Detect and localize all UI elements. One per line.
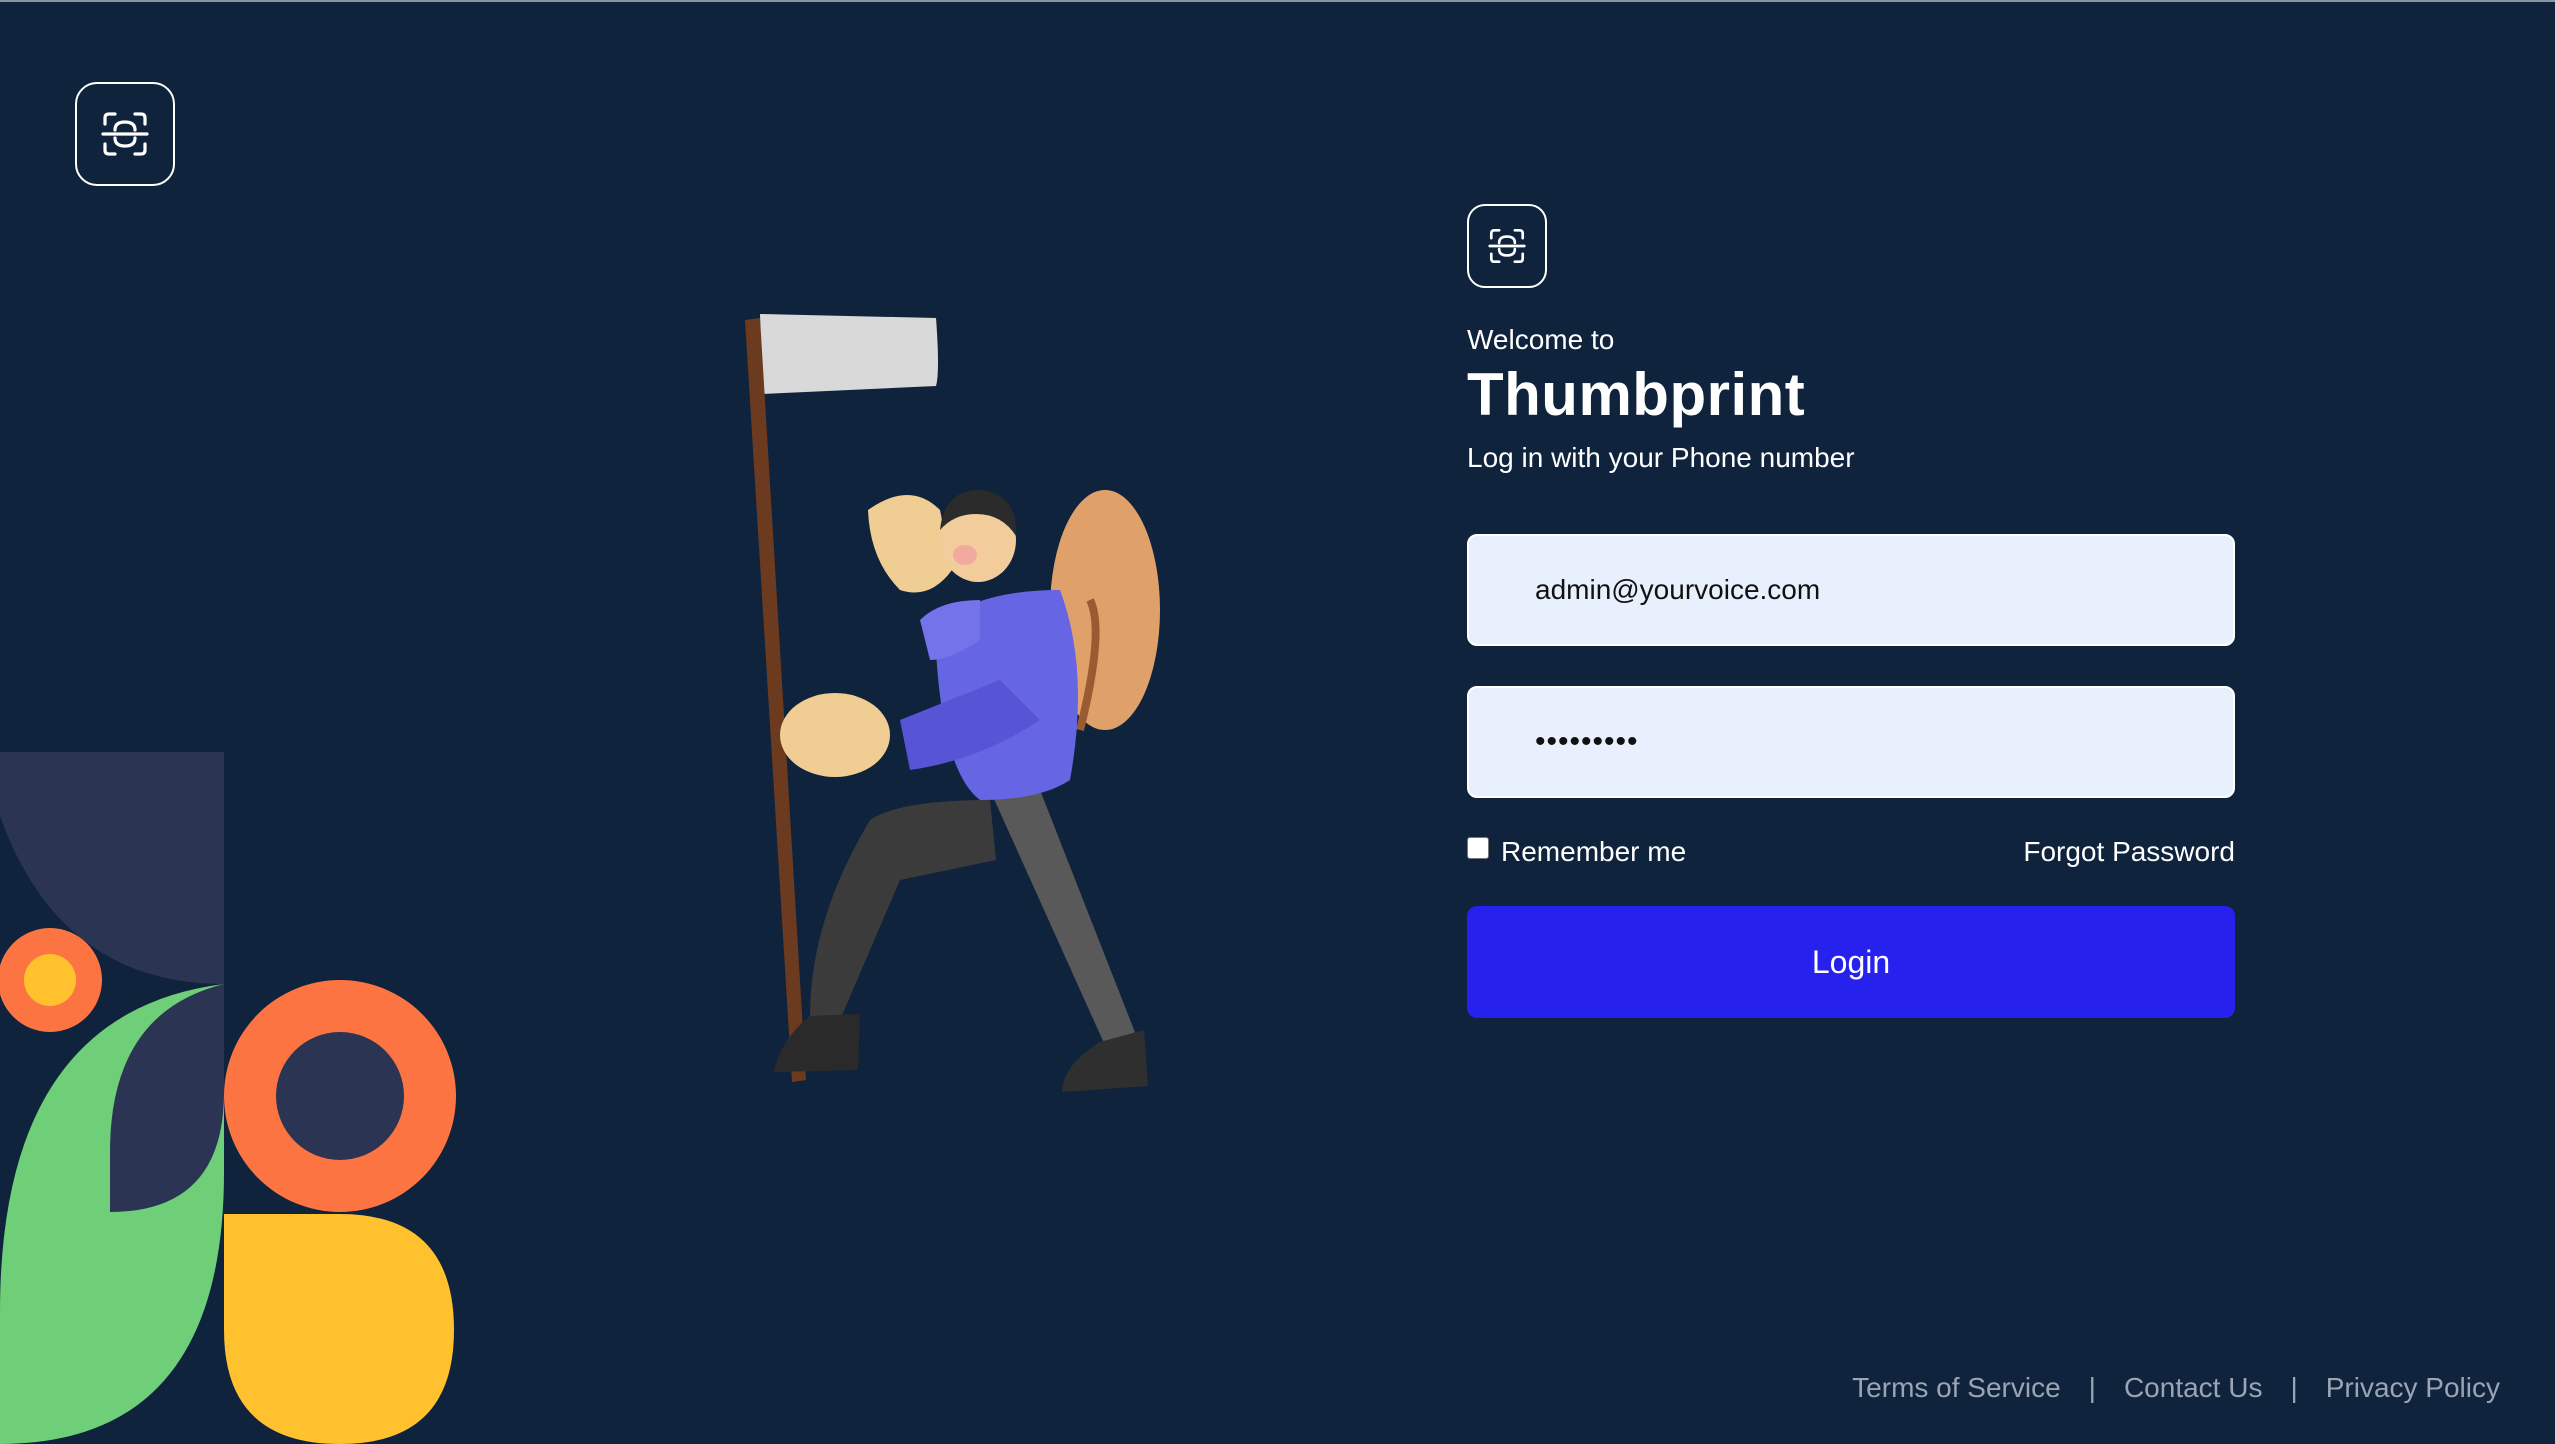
remember-me[interactable]: Remember me [1467,836,1686,868]
footer-separator: | [2290,1372,2298,1403]
contact-link[interactable]: Contact Us [2124,1372,2263,1404]
remember-me-label: Remember me [1501,836,1687,867]
login-panel: Welcome to Thumbprint Log in with your P… [1467,204,2235,1018]
password-field[interactable]: ••••••••• [1467,686,2235,798]
privacy-link[interactable]: Privacy Policy [2326,1372,2500,1404]
top-border [0,0,2555,2]
remember-row: Remember me Forgot Password [1467,836,2235,868]
login-subtitle: Log in with your Phone number [1467,442,1855,473]
flag-pole [745,318,806,1082]
login-button[interactable]: Login [1467,906,2235,1018]
remember-me-checkbox[interactable] [1467,837,1489,859]
hiker-illustration [745,314,1160,1092]
panel-logo [1467,204,1547,288]
app-logo[interactable] [75,82,175,186]
flag [760,314,938,394]
footer-links: Terms of Service | Contact Us | Privacy … [1852,1372,2500,1404]
login-button-label: Login [1811,943,1891,980]
face-scan-icon [101,112,149,156]
email-field[interactable]: admin@yourvoice.com [1467,534,2235,646]
terms-link[interactable]: Terms of Service [1852,1372,2061,1404]
forgot-password-link[interactable]: Forgot Password [2023,836,2235,868]
welcome-text: Welcome to [1467,324,1615,355]
face-scan-icon [1488,228,1526,264]
footer-separator: | [2088,1372,2096,1403]
brand-title: Thumbprint [1467,361,1806,428]
decorative-shapes [0,752,456,1444]
